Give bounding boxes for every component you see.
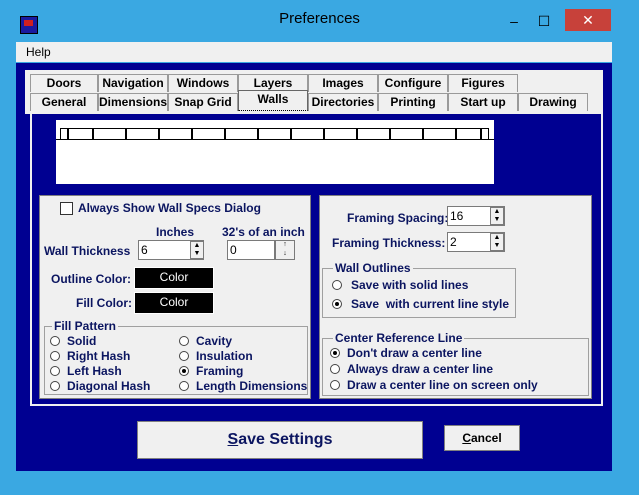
inches-spinner[interactable]: ▲ ▼ xyxy=(190,241,204,259)
tab-printing[interactable]: Printing xyxy=(378,93,448,111)
tab-figures[interactable]: Figures xyxy=(448,74,518,92)
fill-right-hash-radio[interactable] xyxy=(50,351,60,361)
menu-bar xyxy=(16,42,612,62)
spin-down-icon[interactable]: ▼ xyxy=(491,242,503,250)
outline-solid-radio[interactable] xyxy=(332,280,342,290)
always-show-checkbox[interactable] xyxy=(60,202,73,215)
center-none-radio[interactable] xyxy=(330,348,340,358)
wall-thickness-label: Wall Thickness xyxy=(44,244,131,258)
tab-drawing[interactable]: Drawing xyxy=(518,93,588,111)
wall-framing-stud xyxy=(225,128,258,140)
tab-navigation[interactable]: Navigation xyxy=(98,74,168,92)
close-icon[interactable]: ✕ xyxy=(565,9,611,31)
fill-solid-radio[interactable] xyxy=(50,336,60,346)
wall-framing-stud xyxy=(324,128,357,140)
outline-current-style-label: Save with current line style xyxy=(351,297,510,311)
fill-length-dimensions-label: Length Dimensions xyxy=(196,379,308,393)
tab-configure[interactable]: Configure xyxy=(378,74,448,92)
fill-diagonal-hash-label: Diagonal Hash xyxy=(67,379,151,393)
fraction-label: 32's of an inch xyxy=(222,225,305,239)
tab-walls[interactable]: Walls xyxy=(238,90,308,111)
tab-directories[interactable]: Directories xyxy=(308,93,378,111)
wall-framing-stud xyxy=(93,128,126,140)
fill-framing-label: Framing xyxy=(196,364,244,378)
center-none-label: Don't draw a center line xyxy=(347,346,482,360)
center-screen-only-label: Draw a center line on screen only xyxy=(347,378,538,392)
center-line-title: Center Reference Line xyxy=(333,331,465,345)
center-always-label: Always draw a center line xyxy=(347,362,494,376)
tab-general[interactable]: General xyxy=(30,93,98,111)
save-mnemonic: S xyxy=(227,431,239,448)
maximize-icon[interactable]: ☐ xyxy=(532,12,556,30)
wall-framing-stud xyxy=(192,128,225,140)
fill-color-label: Fill Color: xyxy=(76,296,132,310)
wall-framing-stud xyxy=(68,128,93,140)
fraction-spinner[interactable]: ↑ ↓ xyxy=(275,240,295,260)
wall-framing-stud xyxy=(258,128,291,140)
tab-images[interactable]: Images xyxy=(308,74,378,92)
wall-framing-stud xyxy=(126,128,159,140)
always-show-label: Always Show Wall Specs Dialog xyxy=(78,201,261,215)
wall-framing-stud xyxy=(159,128,192,140)
fill-left-hash-label: Left Hash xyxy=(67,364,122,378)
tab-windows[interactable]: Windows xyxy=(168,74,238,92)
outline-solid-label: Save with solid lines xyxy=(351,278,469,292)
fill-cavity-label: Cavity xyxy=(196,334,233,348)
center-always-radio[interactable] xyxy=(330,364,340,374)
wall-framing-stud xyxy=(291,128,324,140)
spin-down-icon[interactable]: ▼ xyxy=(191,250,203,258)
wall-framing-stud xyxy=(456,128,481,140)
minimize-icon[interactable]: – xyxy=(502,12,526,30)
fill-pattern-title: Fill Pattern xyxy=(52,319,119,333)
fill-solid-label: Solid xyxy=(67,334,97,348)
tab-strip: Doors Navigation Windows Layers Images C… xyxy=(25,70,603,114)
fill-framing-radio[interactable] xyxy=(179,366,189,376)
cancel-button[interactable]: Cancel xyxy=(444,425,520,451)
tab-doors[interactable]: Doors xyxy=(30,74,98,92)
cancel-label: ancel xyxy=(470,431,502,445)
inches-label: Inches xyxy=(156,225,195,239)
save-label: ave Settings xyxy=(238,431,333,448)
fill-length-dimensions-radio[interactable] xyxy=(179,381,189,391)
fill-right-hash-label: Right Hash xyxy=(67,349,131,363)
fill-diagonal-hash-radio[interactable] xyxy=(50,381,60,391)
fill-cavity-radio[interactable] xyxy=(179,336,189,346)
spin-up-icon[interactable]: ↑ xyxy=(276,241,294,250)
spin-up-icon[interactable]: ▲ xyxy=(491,208,503,216)
save-settings-button[interactable]: Save Settings xyxy=(137,421,423,459)
framing-thickness-spinner[interactable]: ▲ ▼ xyxy=(490,233,504,251)
framing-thickness-label: Framing Thickness: xyxy=(332,236,446,250)
fill-insulation-label: Insulation xyxy=(196,349,253,363)
fill-left-hash-radio[interactable] xyxy=(50,366,60,376)
fraction-input[interactable]: 0 xyxy=(227,240,275,260)
wall-framing-stud xyxy=(423,128,456,140)
center-screen-only-radio[interactable] xyxy=(330,380,340,390)
tab-snap-grid[interactable]: Snap Grid xyxy=(168,93,238,111)
framing-spacing-spinner[interactable]: ▲ ▼ xyxy=(490,207,504,225)
spin-up-icon[interactable]: ▲ xyxy=(491,234,503,242)
wall-outlines-title: Wall Outlines xyxy=(333,261,413,275)
tab-dimensions[interactable]: Dimensions xyxy=(98,93,168,111)
tab-start-up[interactable]: Start up xyxy=(448,93,518,111)
menu-help[interactable]: Help xyxy=(26,45,51,59)
outline-current-style-radio[interactable] xyxy=(332,299,342,309)
fill-insulation-radio[interactable] xyxy=(179,351,189,361)
outline-color-label: Outline Color: xyxy=(51,272,131,286)
wall-framing-stud xyxy=(60,128,68,140)
spin-down-icon[interactable]: ↓ xyxy=(276,250,294,259)
framing-spacing-label: Framing Spacing: xyxy=(347,211,449,225)
cancel-mnemonic: C xyxy=(462,431,471,445)
wall-framing-stud xyxy=(481,128,489,140)
spin-down-icon[interactable]: ▼ xyxy=(491,216,503,224)
spin-up-icon[interactable]: ▲ xyxy=(191,242,203,250)
wall-framing-stud xyxy=(390,128,423,140)
fill-color-button[interactable]: Color xyxy=(134,292,214,314)
outline-color-button[interactable]: Color xyxy=(134,267,214,289)
wall-framing-stud xyxy=(357,128,390,140)
